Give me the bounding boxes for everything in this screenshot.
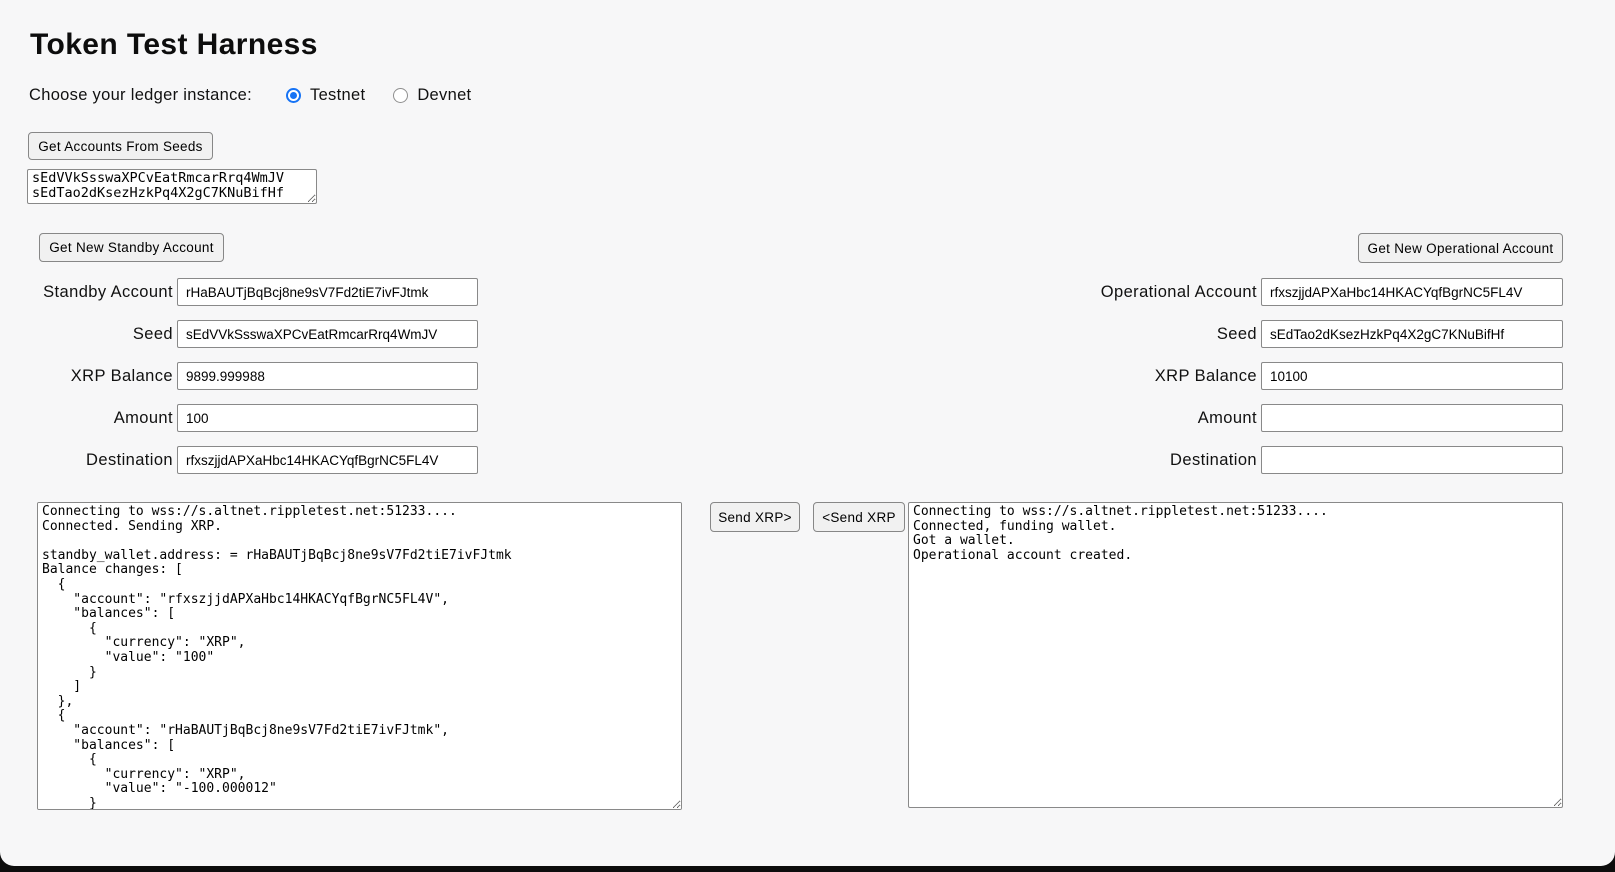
get-accounts-from-seeds-button[interactable]: Get Accounts From Seeds — [28, 132, 213, 160]
standby-account-label: Standby Account — [0, 283, 173, 302]
operational-seed-field[interactable] — [1261, 320, 1563, 348]
operational-amount-field[interactable] — [1261, 404, 1563, 432]
operational-xrp-balance-field[interactable] — [1261, 362, 1563, 390]
send-xrp-to-standby-button[interactable]: <Send XRP — [813, 502, 905, 532]
operational-amount-label: Amount — [960, 409, 1257, 428]
standby-amount-field[interactable] — [177, 404, 478, 432]
operational-account-label: Operational Account — [960, 283, 1257, 302]
operational-xrp-balance-label: XRP Balance — [960, 367, 1257, 386]
standby-amount-row: Amount — [0, 404, 478, 432]
operational-seed-label: Seed — [960, 325, 1257, 344]
send-xrp-to-operational-button[interactable]: Send XRP> — [710, 502, 800, 532]
standby-account-field[interactable] — [177, 278, 478, 306]
standby-seed-row: Seed — [0, 320, 478, 348]
operational-form: Operational Account Seed XRP Balance Amo… — [960, 278, 1563, 488]
token-test-harness-page: Token Test Harness Choose your ledger in… — [0, 0, 1615, 866]
standby-xrp-balance-label: XRP Balance — [0, 367, 173, 386]
devnet-radio-label: Devnet — [417, 86, 471, 105]
standby-results-textarea[interactable]: Connecting to wss://s.altnet.rippletest.… — [37, 502, 682, 810]
standby-amount-label: Amount — [0, 409, 173, 428]
operational-account-row: Operational Account — [960, 278, 1563, 306]
standby-xrp-balance-row: XRP Balance — [0, 362, 478, 390]
standby-destination-row: Destination — [0, 446, 478, 474]
operational-destination-row: Destination — [960, 446, 1563, 474]
get-new-standby-account-button[interactable]: Get New Standby Account — [39, 233, 224, 262]
operational-destination-field[interactable] — [1261, 446, 1563, 474]
standby-seed-field[interactable] — [177, 320, 478, 348]
standby-form: Standby Account Seed XRP Balance Amount … — [0, 278, 478, 488]
standby-xrp-balance-field[interactable] — [177, 362, 478, 390]
standby-destination-field[interactable] — [177, 446, 478, 474]
ledger-instance-label: Choose your ledger instance: — [29, 86, 252, 105]
operational-destination-label: Destination — [960, 451, 1257, 470]
operational-seed-row: Seed — [960, 320, 1563, 348]
operational-results-textarea[interactable]: Connecting to wss://s.altnet.rippletest.… — [908, 502, 1563, 808]
radio-option-devnet[interactable]: Devnet — [393, 86, 471, 105]
standby-seed-label: Seed — [0, 325, 173, 344]
get-new-operational-account-button[interactable]: Get New Operational Account — [1358, 233, 1563, 263]
seeds-textarea[interactable]: sEdVVkSsswaXPCvEatRmcarRrq4WmJV sEdTao2d… — [27, 169, 317, 204]
testnet-radio-icon[interactable] — [286, 88, 301, 103]
testnet-radio-label: Testnet — [310, 86, 365, 105]
radio-option-testnet[interactable]: Testnet — [286, 86, 365, 105]
results-section: Connecting to wss://s.altnet.rippletest.… — [37, 502, 1563, 810]
operational-amount-row: Amount — [960, 404, 1563, 432]
operational-xrp-balance-row: XRP Balance — [960, 362, 1563, 390]
standby-account-row: Standby Account — [0, 278, 478, 306]
devnet-radio-icon[interactable] — [393, 88, 408, 103]
ledger-instance-selector: Choose your ledger instance: Testnet Dev… — [29, 85, 471, 105]
standby-destination-label: Destination — [0, 451, 173, 470]
operational-account-field[interactable] — [1261, 278, 1563, 306]
page-title: Token Test Harness — [30, 28, 318, 62]
